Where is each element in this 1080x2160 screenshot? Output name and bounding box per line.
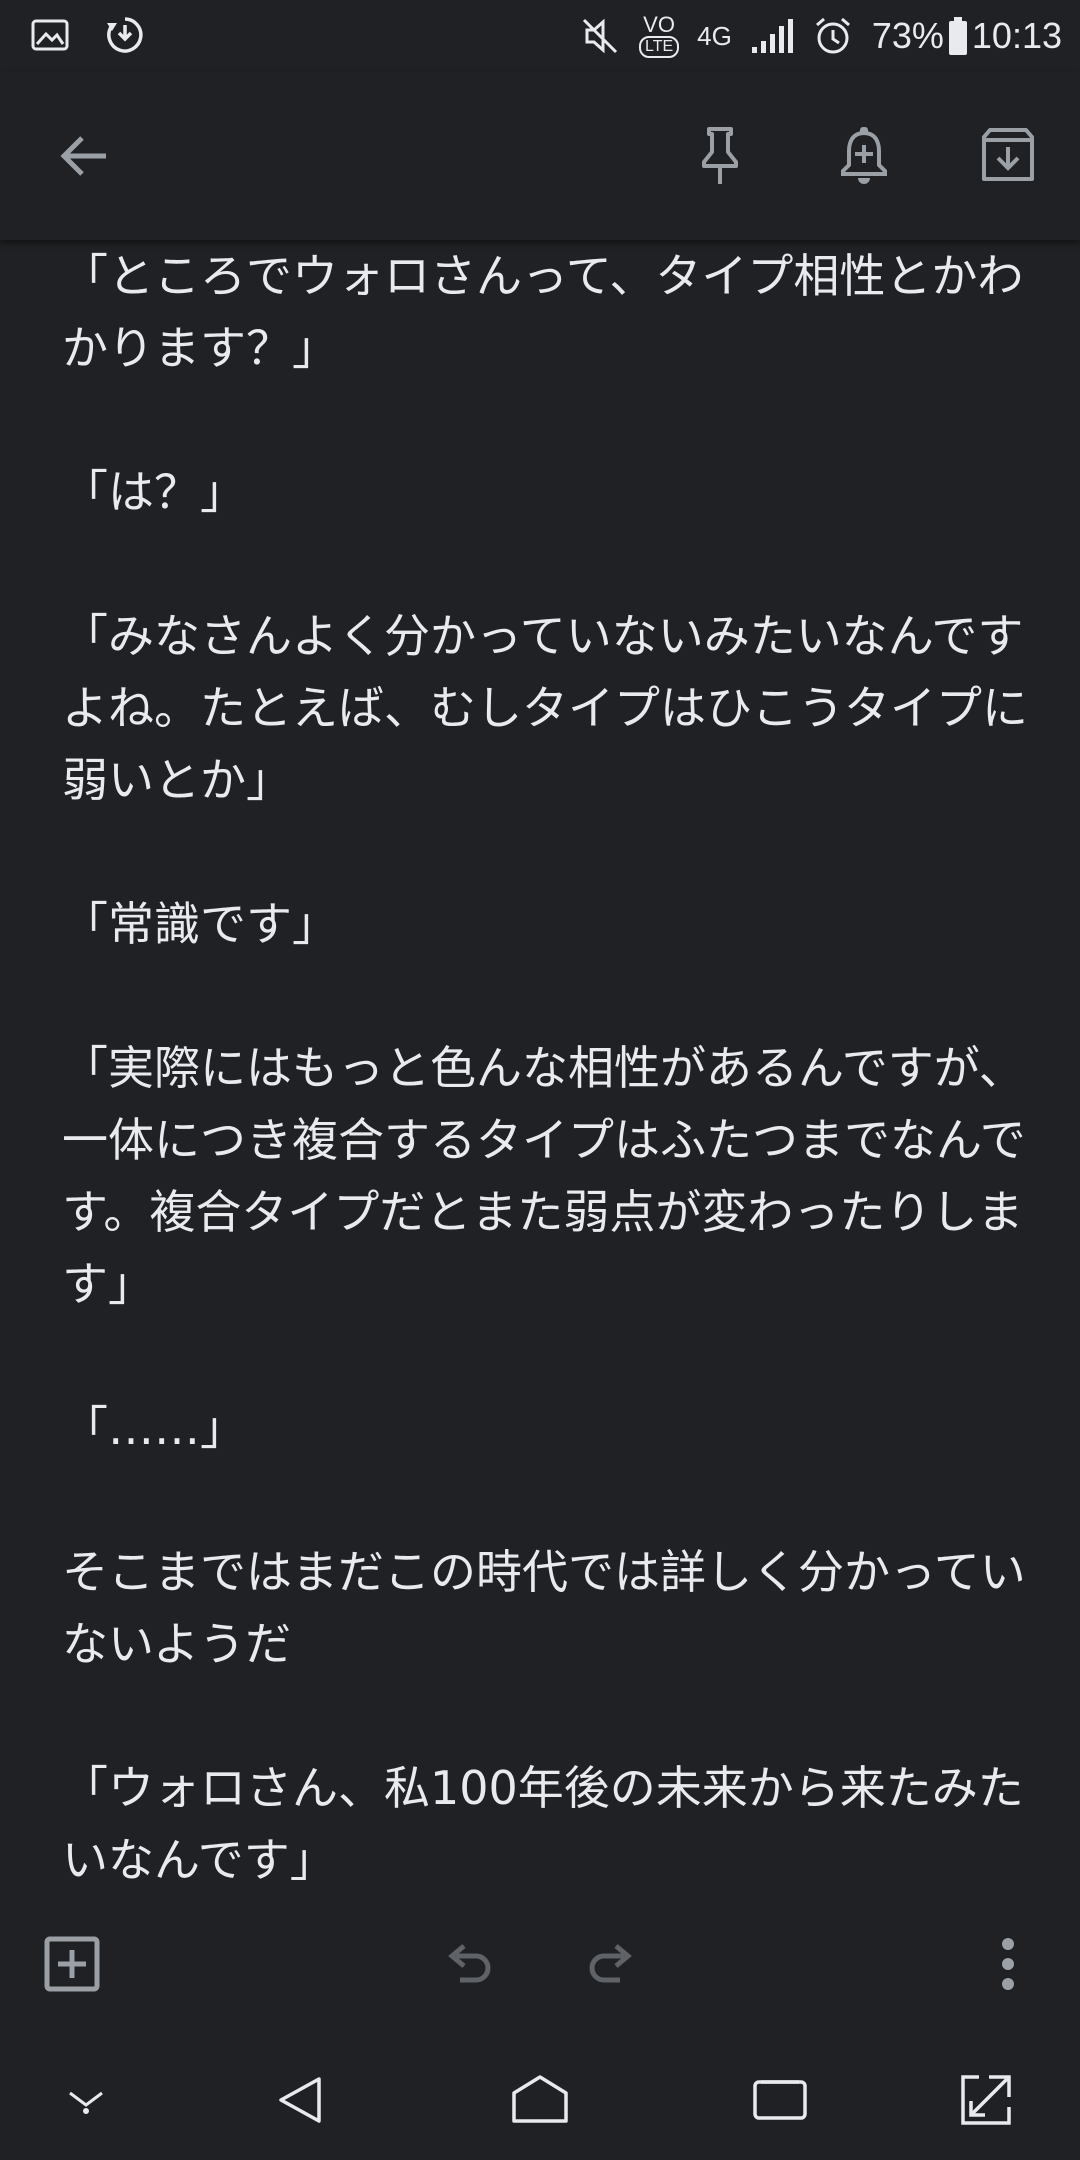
screen-expand-icon — [959, 2073, 1013, 2127]
home-nav-button[interactable] — [500, 2060, 580, 2140]
note-toolbar — [0, 72, 1080, 240]
back-nav-button[interactable] — [260, 2060, 340, 2140]
network-type: 4G — [697, 21, 732, 51]
redo-button[interactable] — [570, 1922, 654, 2006]
gallery-notification-icon — [30, 17, 70, 53]
add-content-button[interactable] — [30, 1922, 114, 2006]
signal-icon — [750, 16, 794, 56]
volte-icon: VO LTE — [639, 12, 680, 58]
status-bar: VO LTE 4G 73% 10:13 — [0, 0, 1080, 72]
editor-bottom-bar — [0, 1890, 1080, 2040]
download-update-icon — [104, 14, 146, 56]
navigation-bar — [0, 2040, 1080, 2160]
hide-nav-icon — [64, 2085, 108, 2115]
lte-label: LTE — [639, 36, 680, 58]
recents-icon — [751, 2076, 809, 2124]
home-icon — [510, 2073, 570, 2127]
screen-expand-button[interactable] — [946, 2060, 1026, 2140]
back-arrow-icon — [56, 128, 112, 184]
battery-icon — [948, 16, 968, 56]
redo-icon — [584, 1940, 640, 1988]
mute-icon — [579, 15, 621, 57]
hide-nav-button[interactable] — [46, 2060, 126, 2140]
reminder-button[interactable] — [822, 114, 906, 198]
undo-button[interactable] — [426, 1922, 510, 2006]
archive-button[interactable] — [966, 114, 1050, 198]
recents-nav-button[interactable] — [740, 2060, 820, 2140]
volte-label: VO — [643, 12, 675, 37]
more-options-button[interactable] — [966, 1922, 1050, 2006]
battery-percent: 73% — [871, 15, 944, 56]
undo-icon — [440, 1940, 496, 1988]
pin-button[interactable] — [678, 114, 762, 198]
archive-icon — [979, 127, 1037, 185]
add-box-icon — [43, 1935, 101, 1993]
note-body[interactable]: 「ところでウォロさんって、タイプ相性とかわかります？」 「は？」 「みなさんよく… — [62, 240, 1042, 1880]
back-triangle-icon — [275, 2075, 325, 2125]
clock: 10:13 — [971, 15, 1062, 56]
add-reminder-icon — [836, 125, 892, 187]
alarm-icon — [812, 15, 854, 57]
more-vert-icon — [998, 1936, 1018, 1992]
pin-icon — [692, 124, 748, 188]
back-button[interactable] — [42, 114, 126, 198]
